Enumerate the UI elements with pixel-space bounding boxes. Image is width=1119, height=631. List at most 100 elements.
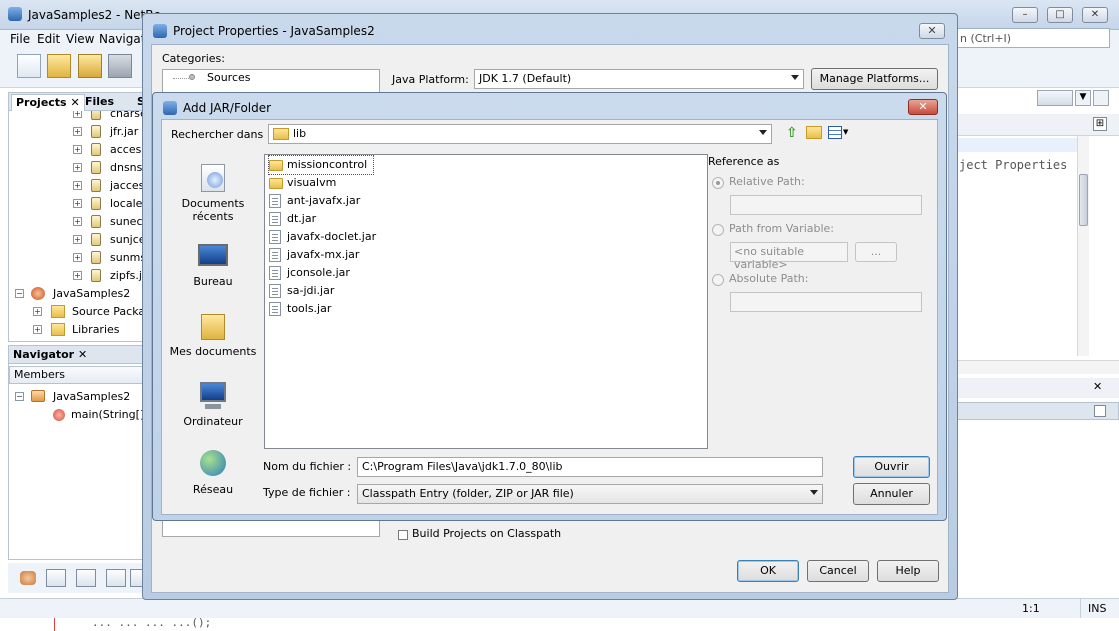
jar-icon [91,143,101,156]
show-non-public-button[interactable] [106,569,126,587]
absolute-path-field[interactable] [730,292,922,312]
jar-file-item[interactable]: dt.jar [269,210,379,228]
place-desktop[interactable]: Bureau [168,240,258,288]
build-projects-checkbox[interactable] [398,530,408,540]
expand-icon[interactable]: + [73,235,82,244]
jar-file-item[interactable]: jconsole.jar [269,264,379,282]
menu-view[interactable]: View [66,32,94,46]
filter-icon[interactable] [20,571,36,585]
relative-path-radio[interactable] [712,177,724,189]
my-documents-icon [197,310,229,342]
expand-icon[interactable]: + [33,325,42,334]
close-output-icon[interactable]: ✕ [1093,380,1102,393]
expand-icon[interactable]: + [73,253,82,262]
library-jar-node[interactable]: + dnsns. [9,159,145,177]
tab-files[interactable]: Files [81,94,118,111]
new-project-icon[interactable] [47,54,71,78]
editor-hscrollbar[interactable] [957,360,1119,374]
show-static-button[interactable] [76,569,96,587]
folder-item[interactable]: visualvm [269,174,379,192]
expand-icon[interactable]: + [73,127,82,136]
libraries-node[interactable]: + Libraries [9,321,145,339]
library-jar-node[interactable]: + localed [9,195,145,213]
cancel-button[interactable]: Annuler [853,483,930,505]
split-icon[interactable]: ⊞ [1093,117,1107,131]
library-jar-node[interactable]: + zipfs.ja [9,267,145,285]
library-jar-node[interactable]: + access [9,141,145,159]
ok-button[interactable]: OK [737,560,799,582]
place-network[interactable]: Réseau [168,448,258,496]
scrollbar-thumb[interactable] [1079,174,1088,226]
expand-icon[interactable]: + [73,217,82,226]
view-menu-arrow-icon[interactable]: ▼ [843,128,848,136]
library-jar-node[interactable]: + sunms [9,249,145,267]
menu-edit[interactable]: Edit [37,32,60,46]
new-folder-icon[interactable] [806,126,822,139]
java-platform-select[interactable]: JDK 1.7 (Default) [474,69,804,89]
expand-icon[interactable]: − [15,289,24,298]
jar-file-item[interactable]: javafx-mx.jar [269,246,379,264]
absolute-path-radio[interactable] [712,274,724,286]
expand-icon[interactable]: + [33,307,42,316]
editor-scroll-tabs-button[interactable] [1037,90,1073,106]
expand-icon[interactable]: + [73,111,82,118]
expand-icon[interactable]: + [73,145,82,154]
view-menu-icon[interactable] [828,126,842,139]
variable-select[interactable]: <no suitable variable> [730,242,848,271]
file-list[interactable]: missioncontrol visualvm ant-javafx.jar dt.j… [264,154,708,449]
members-filter[interactable]: Members [9,366,145,384]
library-jar-node[interactable]: + sunec. [9,213,145,231]
show-fields-button[interactable] [46,569,66,587]
expand-icon[interactable]: + [73,199,82,208]
up-folder-icon[interactable]: ⇧ [786,125,800,141]
relative-path-field[interactable] [730,195,922,215]
cancel-button[interactable]: Cancel [807,560,869,582]
close-icon[interactable]: ✕ [908,99,938,115]
filetype-select[interactable]: Classpath Entry (folder, ZIP or JAR file… [357,484,823,504]
expand-icon[interactable]: + [73,163,82,172]
folder-item[interactable]: missioncontrol [268,155,374,175]
path-from-variable-radio[interactable] [712,224,724,236]
place-computer[interactable]: Ordinateur [168,380,258,428]
menu-file[interactable]: File [10,32,30,46]
category-sources[interactable]: Sources [207,71,251,84]
maximize-icon[interactable]: □ [1047,7,1073,23]
jar-file-item[interactable]: javafx-doclet.jar [269,228,379,246]
menu-navigate[interactable]: Navigat [99,32,145,46]
source-packages-node[interactable]: + Source Packag [9,303,145,321]
open-button[interactable]: Ouvrir [853,456,930,478]
library-jar-node[interactable]: + sunjce [9,231,145,249]
new-file-icon[interactable] [17,54,41,78]
project-node[interactable]: − JavaSamples2 [9,285,145,303]
editor-scrollbar[interactable] [1077,136,1089,356]
expand-icon[interactable]: + [73,181,82,190]
nav-method-node[interactable]: main(String[] a [9,406,154,424]
place-recent-documents[interactable]: Documents récents [168,162,258,223]
jar-file-item[interactable]: tools.jar [269,300,379,318]
editor-dropdown-button[interactable]: ▼ [1075,90,1091,106]
quick-search-input[interactable]: n (Ctrl+I) [955,28,1110,48]
minimize-icon[interactable]: – [1012,7,1038,23]
close-window-icon[interactable]: ✕ [1082,7,1108,23]
filename-input[interactable]: C:\Program Files\Java\jdk1.7.0_80\lib [357,457,823,477]
close-icon[interactable]: ✕ [919,23,945,39]
library-jar-node[interactable]: + charse [9,111,145,123]
editor-maximize-button[interactable] [1093,90,1109,106]
manage-platforms-button[interactable]: Manage Platforms... [811,68,938,90]
save-all-icon[interactable] [108,54,132,78]
library-jar-node[interactable]: + jfr.jar [9,123,145,141]
help-button[interactable]: Help [877,560,939,582]
nav-class-node[interactable]: − JavaSamples2 [9,388,145,406]
tab-navigator[interactable]: Navigator ✕ [13,348,87,361]
look-in-select[interactable]: lib [268,124,772,144]
browse-variable-button[interactable]: ... [855,242,897,262]
tab-projects[interactable]: Projects ✕ [11,94,85,111]
place-my-documents[interactable]: Mes documents [168,310,258,358]
expand-icon[interactable]: + [73,271,82,280]
jar-file-item[interactable]: sa-jdi.jar [269,282,379,300]
open-project-icon[interactable] [78,54,102,78]
library-jar-node[interactable]: + jacces [9,177,145,195]
jar-file-item[interactable]: ant-javafx.jar [269,192,379,210]
filetype-label: Type de fichier : [263,486,351,499]
output-minimize-icon[interactable] [1094,405,1106,417]
